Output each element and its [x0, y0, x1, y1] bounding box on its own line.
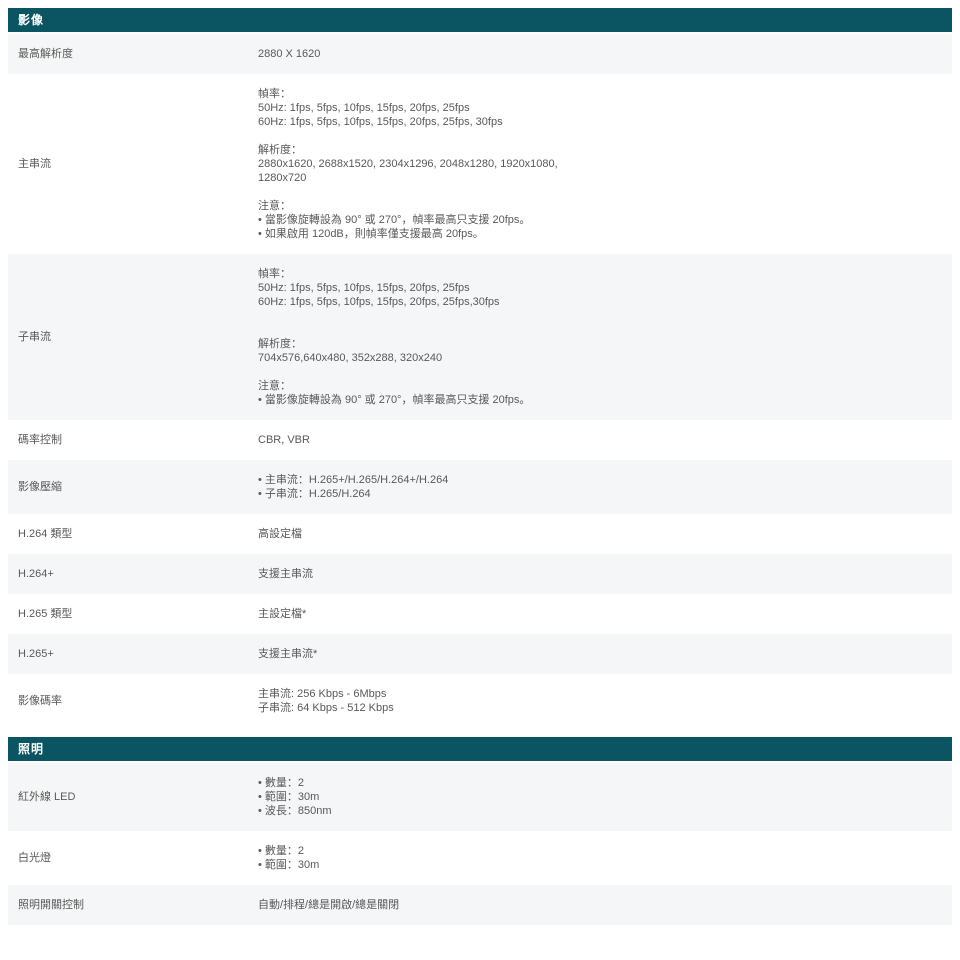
- spec-value-line: 1280x720: [258, 171, 942, 185]
- spec-label: 子串流: [8, 254, 258, 420]
- spec-value-line: 解析度：: [258, 143, 942, 157]
- spec-label: 主串流: [8, 74, 258, 254]
- spec-value-line: CBR, VBR: [258, 433, 942, 447]
- spec-value: • 主串流：H.265+/H.265/H.264+/H.264• 子串流：H.2…: [258, 460, 952, 514]
- spec-value-line: 704x576,640x480, 352x288, 320x240: [258, 351, 942, 365]
- spec-table: 影像最高解析度2880 X 1620主串流幀率：50Hz: 1fps, 5fps…: [8, 8, 952, 925]
- value-group: • 數量：2• 範圍：30m: [258, 844, 942, 872]
- spec-row: H.264 類型高設定檔: [8, 514, 952, 554]
- spec-label: 影像壓縮: [8, 460, 258, 514]
- spec-row: 白光燈• 數量：2• 範圍：30m: [8, 831, 952, 885]
- spec-value-line: 子串流: 64 Kbps - 512 Kbps: [258, 701, 942, 715]
- spec-row: H.265 類型主設定檔*: [8, 594, 952, 634]
- value-group: 幀率：50Hz: 1fps, 5fps, 10fps, 15fps, 20fps…: [258, 267, 942, 309]
- spec-value-line: • 子串流：H.265/H.264: [258, 487, 942, 501]
- spec-value: 2880 X 1620: [258, 34, 952, 74]
- spec-value: 主設定檔*: [258, 594, 952, 634]
- spec-value-line: • 如果啟用 120dB，則幀率僅支援最高 20fps。: [258, 227, 942, 241]
- spec-label: 碼率控制: [8, 420, 258, 460]
- spec-value: 支援主串流*: [258, 634, 952, 674]
- spec-value-line: • 主串流：H.265+/H.265/H.264+/H.264: [258, 473, 942, 487]
- spec-value: 支援主串流: [258, 554, 952, 594]
- value-group: 主設定檔*: [258, 607, 942, 621]
- spec-value-line: 注意：: [258, 199, 942, 213]
- spec-row: H.264+支援主串流: [8, 554, 952, 594]
- section-header: 照明: [8, 737, 952, 761]
- spec-value: 主串流: 256 Kbps - 6Mbps子串流: 64 Kbps - 512 …: [258, 674, 952, 728]
- spec-section: 照明紅外線 LED• 數量：2• 範圍：30m• 波長：850nm白光燈• 數量…: [8, 737, 952, 925]
- spec-value-line: 60Hz: 1fps, 5fps, 10fps, 15fps, 20fps, 2…: [258, 295, 942, 309]
- spec-value-line: • 當影像旋轉設為 90° 或 270°，幀率最高只支援 20fps。: [258, 393, 942, 407]
- value-group: CBR, VBR: [258, 433, 942, 447]
- spec-row: 照明開關控制自動/排程/總是開啟/總是關閉: [8, 885, 952, 925]
- spec-value: 高設定檔: [258, 514, 952, 554]
- spec-value-line: • 範圍：30m: [258, 858, 942, 872]
- spec-value: 自動/排程/總是開啟/總是關閉: [258, 885, 952, 925]
- spec-label: 照明開關控制: [8, 885, 258, 925]
- section-header: 影像: [8, 8, 952, 32]
- value-group: • 數量：2• 範圍：30m• 波長：850nm: [258, 776, 942, 818]
- spec-value-line: 高設定檔: [258, 527, 942, 541]
- value-group: 自動/排程/總是開啟/總是關閉: [258, 898, 942, 912]
- spec-label: 紅外線 LED: [8, 763, 258, 831]
- spec-label: H.265 類型: [8, 594, 258, 634]
- spec-row: 影像壓縮• 主串流：H.265+/H.265/H.264+/H.264• 子串流…: [8, 460, 952, 514]
- spec-label: 影像碼率: [8, 674, 258, 728]
- spec-label: 最高解析度: [8, 34, 258, 74]
- spec-value-line: 2880x1620, 2688x1520, 2304x1296, 2048x12…: [258, 157, 942, 171]
- spec-label: H.265+: [8, 634, 258, 674]
- value-group: 注意：• 當影像旋轉設為 90° 或 270°，幀率最高只支援 20fps。• …: [258, 199, 942, 241]
- value-group: 幀率：50Hz: 1fps, 5fps, 10fps, 15fps, 20fps…: [258, 87, 942, 129]
- spec-value-line: • 數量：2: [258, 776, 942, 790]
- spec-value-line: 解析度：: [258, 337, 942, 351]
- spec-value: CBR, VBR: [258, 420, 952, 460]
- value-group: 高設定檔: [258, 527, 942, 541]
- spec-value-line: 主設定檔*: [258, 607, 942, 621]
- spec-value-line: 幀率：: [258, 267, 942, 281]
- spec-section: 影像最高解析度2880 X 1620主串流幀率：50Hz: 1fps, 5fps…: [8, 8, 952, 728]
- spec-label: H.264+: [8, 554, 258, 594]
- spec-value-line: • 當影像旋轉設為 90° 或 270°，幀率最高只支援 20fps。: [258, 213, 942, 227]
- value-group: 支援主串流: [258, 567, 942, 581]
- spec-row: 紅外線 LED• 數量：2• 範圍：30m• 波長：850nm: [8, 763, 952, 831]
- spec-value-line: 自動/排程/總是開啟/總是關閉: [258, 898, 942, 912]
- spec-label: H.264 類型: [8, 514, 258, 554]
- spec-page: 影像最高解析度2880 X 1620主串流幀率：50Hz: 1fps, 5fps…: [0, 0, 960, 960]
- spec-value-line: 注意：: [258, 379, 942, 393]
- spec-value-line: 主串流: 256 Kbps - 6Mbps: [258, 687, 942, 701]
- spec-row: 最高解析度2880 X 1620: [8, 34, 952, 74]
- value-group: 支援主串流*: [258, 647, 942, 661]
- value-group: [258, 323, 942, 337]
- spec-value-line: 幀率：: [258, 87, 942, 101]
- value-group: 注意：• 當影像旋轉設為 90° 或 270°，幀率最高只支援 20fps。: [258, 379, 942, 407]
- spec-value: 幀率：50Hz: 1fps, 5fps, 10fps, 15fps, 20fps…: [258, 74, 952, 254]
- spec-value-line: 60Hz: 1fps, 5fps, 10fps, 15fps, 20fps, 2…: [258, 115, 942, 129]
- spec-value-line: 2880 X 1620: [258, 47, 942, 61]
- value-group: 解析度：2880x1620, 2688x1520, 2304x1296, 204…: [258, 143, 942, 185]
- spec-row: H.265+支援主串流*: [8, 634, 952, 674]
- spec-value: • 數量：2• 範圍：30m: [258, 831, 952, 885]
- spec-value: • 數量：2• 範圍：30m• 波長：850nm: [258, 763, 952, 831]
- spec-label: 白光燈: [8, 831, 258, 885]
- spec-value: 幀率：50Hz: 1fps, 5fps, 10fps, 15fps, 20fps…: [258, 254, 952, 420]
- value-group: 主串流: 256 Kbps - 6Mbps子串流: 64 Kbps - 512 …: [258, 687, 942, 715]
- spec-value-line: • 波長：850nm: [258, 804, 942, 818]
- spec-row: 子串流幀率：50Hz: 1fps, 5fps, 10fps, 15fps, 20…: [8, 254, 952, 420]
- spec-value-line: 50Hz: 1fps, 5fps, 10fps, 15fps, 20fps, 2…: [258, 101, 942, 115]
- spec-row: 主串流幀率：50Hz: 1fps, 5fps, 10fps, 15fps, 20…: [8, 74, 952, 254]
- spec-row: 碼率控制CBR, VBR: [8, 420, 952, 460]
- spec-value-line: 支援主串流: [258, 567, 942, 581]
- spec-value-line: 支援主串流*: [258, 647, 942, 661]
- spec-value-line: 50Hz: 1fps, 5fps, 10fps, 15fps, 20fps, 2…: [258, 281, 942, 295]
- spec-row: 影像碼率主串流: 256 Kbps - 6Mbps子串流: 64 Kbps - …: [8, 674, 952, 728]
- value-group: 解析度：704x576,640x480, 352x288, 320x240: [258, 337, 942, 365]
- spec-value-line: • 數量：2: [258, 844, 942, 858]
- value-group: 2880 X 1620: [258, 47, 942, 61]
- spec-value-line: • 範圍：30m: [258, 790, 942, 804]
- value-group: • 主串流：H.265+/H.265/H.264+/H.264• 子串流：H.2…: [258, 473, 942, 501]
